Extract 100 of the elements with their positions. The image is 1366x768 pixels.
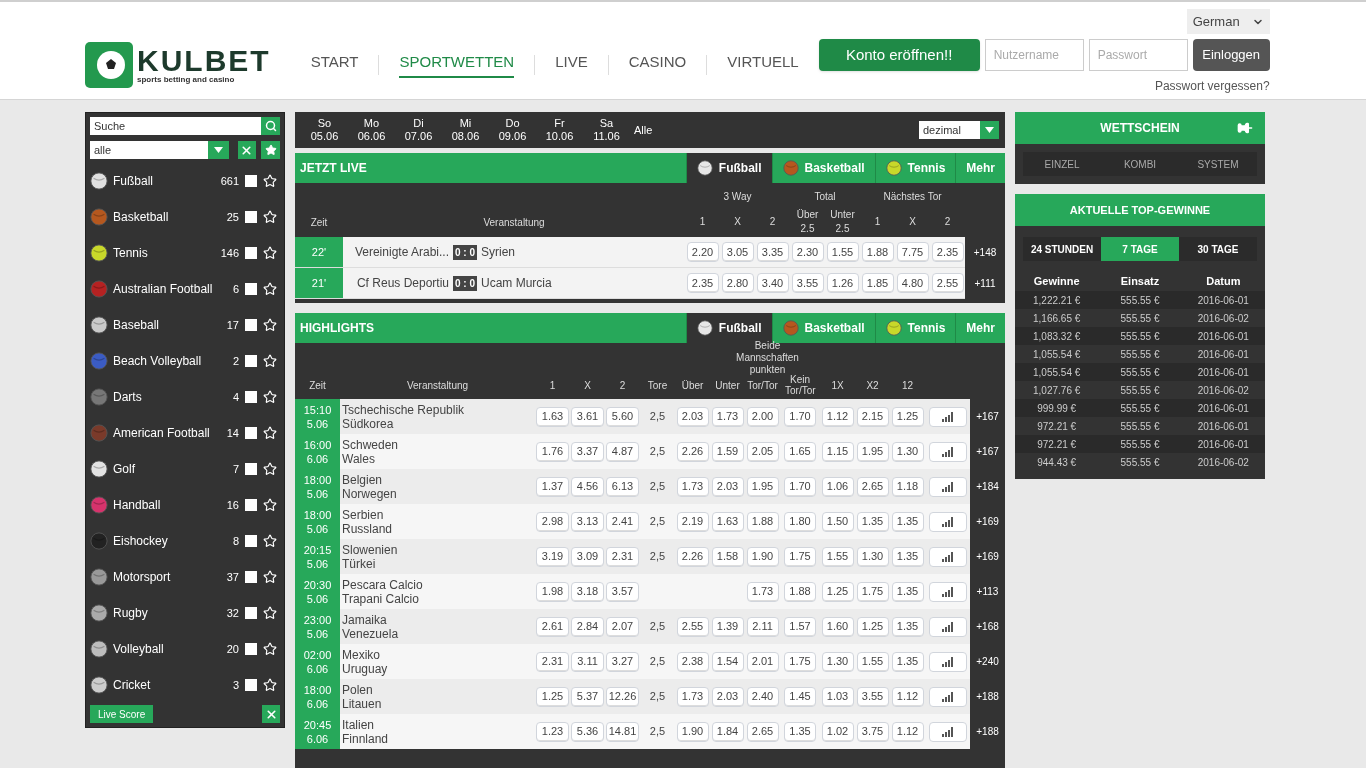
sport-name[interactable]: Fußball [113,172,221,190]
stats-button[interactable] [928,546,967,567]
odds-button[interactable]: 2.05 [746,441,779,462]
odds-button[interactable]: 2.98 [536,511,569,532]
odds-button[interactable]: 1.25 [536,686,569,707]
odds-button[interactable]: 2.00 [746,406,779,427]
odds-button[interactable]: 1.54 [711,651,744,672]
odds-button[interactable]: 3.75 [856,721,889,742]
nav-link[interactable]: CASINO [628,51,687,78]
odds-button[interactable]: 1.55 [826,242,859,262]
odds-button[interactable]: 2.01 [746,651,779,672]
stats-button[interactable] [928,581,967,602]
odds-button[interactable]: 1.95 [856,441,889,462]
odds-button[interactable]: 2.26 [676,441,709,462]
odds-button[interactable]: 1.25 [856,616,889,637]
odds-button[interactable]: 2.11 [746,616,779,637]
odds-button[interactable]: 1.12 [891,721,924,742]
star-icon[interactable] [263,426,277,440]
period-tab[interactable]: 30 TAGE [1179,237,1257,261]
odds-button[interactable]: 2.07 [606,616,639,637]
more-markets-link[interactable]: +113 [970,574,1005,609]
odds-button[interactable]: 1.90 [746,546,779,567]
date-tab[interactable]: Mo 06.06 [348,117,395,143]
stats-button[interactable] [928,686,967,707]
odds-button[interactable]: 2.19 [676,511,709,532]
date-tab[interactable]: Sa 11.06 [583,117,630,143]
odds-button[interactable]: 3.55 [791,273,824,293]
odds-button[interactable]: 1.55 [821,546,854,567]
sport-checkbox[interactable] [245,643,257,655]
odds-button[interactable]: 1.57 [784,616,816,637]
odds-button[interactable]: 1.95 [746,476,779,497]
odds-button[interactable]: 1.90 [676,721,709,742]
pin-icon[interactable] [1237,120,1253,136]
stats-button[interactable] [928,476,967,497]
odds-button[interactable]: 2.03 [676,406,709,427]
odds-button[interactable]: 1.80 [784,511,816,532]
username-field[interactable]: Nutzername [984,39,1084,71]
odds-button[interactable]: 1.25 [891,406,924,427]
odds-button[interactable]: 3.37 [571,441,604,462]
star-icon[interactable] [263,462,277,476]
more-markets-link[interactable]: +169 [970,539,1005,574]
odds-button[interactable]: 1.50 [821,511,854,532]
odds-button[interactable]: 1.76 [536,441,569,462]
star-icon[interactable] [263,210,277,224]
more-markets-link[interactable]: +240 [970,644,1005,679]
signup-button[interactable]: Konto eröffnen!! [818,39,980,71]
odds-button[interactable]: 2.15 [856,406,889,427]
odds-button[interactable]: 3.19 [536,546,569,567]
login-button[interactable]: Einloggen [1192,39,1270,71]
odds-button[interactable]: 2.55 [931,273,964,293]
period-tab[interactable]: 24 STUNDEN [1023,237,1101,261]
sport-name[interactable]: Darts [113,388,233,406]
sport-checkbox[interactable] [245,319,257,331]
date-tab[interactable]: Alle [634,121,653,139]
odds-button[interactable]: 6.13 [606,476,639,497]
star-icon[interactable] [263,534,277,548]
odds-button[interactable]: 2.31 [536,651,569,672]
forgot-password-link[interactable]: Passwort vergessen? [1154,77,1270,95]
odds-button[interactable]: 1.06 [821,476,854,497]
sport-tab[interactable]: Fußball [685,153,772,183]
odds-button[interactable]: 1.88 [861,242,894,262]
odds-button[interactable]: 4.56 [571,476,604,497]
odds-button[interactable]: 3.09 [571,546,604,567]
odds-button[interactable]: 2.41 [606,511,639,532]
date-tab[interactable]: Fr 10.06 [536,117,583,143]
sport-name[interactable]: Eishockey [113,532,233,550]
odds-button[interactable]: 5.60 [606,406,639,427]
sport-name[interactable]: Baseball [113,316,227,334]
odds-button[interactable]: 2.80 [721,273,754,293]
sport-checkbox[interactable] [245,391,257,403]
odds-button[interactable]: 7.75 [896,242,929,262]
odds-button[interactable]: 2.35 [931,242,964,262]
odds-button[interactable]: 1.73 [676,686,709,707]
odds-button[interactable]: 1.35 [856,511,889,532]
odds-button[interactable]: 1.35 [891,511,924,532]
date-tab[interactable]: Do 09.06 [489,117,536,143]
odds-button[interactable]: 4.87 [606,441,639,462]
search-field[interactable]: Suche [90,117,262,135]
sport-checkbox[interactable] [245,247,257,259]
odds-button[interactable]: 1.12 [891,686,924,707]
sport-checkbox[interactable] [245,427,257,439]
sport-name[interactable]: Volleyball [113,640,227,658]
sport-checkbox[interactable] [245,535,257,547]
clear-button[interactable] [237,141,257,159]
odds-button[interactable]: 2.03 [711,476,744,497]
language-select[interactable]: German [1186,9,1270,34]
star-icon[interactable] [263,390,277,404]
odds-button[interactable]: 1.70 [784,476,816,497]
odds-button[interactable]: 2.03 [711,686,744,707]
odds-button[interactable]: 1.02 [821,721,854,742]
star-icon[interactable] [263,174,277,188]
odds-button[interactable]: 1.30 [856,546,889,567]
stats-button[interactable] [928,406,967,427]
odds-button[interactable]: 3.55 [856,686,889,707]
odds-button[interactable]: 2.35 [686,273,719,293]
odds-button[interactable]: 14.81 [606,721,639,742]
nav-link[interactable]: SPORTWETTEN [399,51,515,78]
filter-select[interactable]: alle [90,141,229,159]
sport-name[interactable]: Cricket [113,676,233,694]
more-markets-link[interactable]: +169 [970,504,1005,539]
